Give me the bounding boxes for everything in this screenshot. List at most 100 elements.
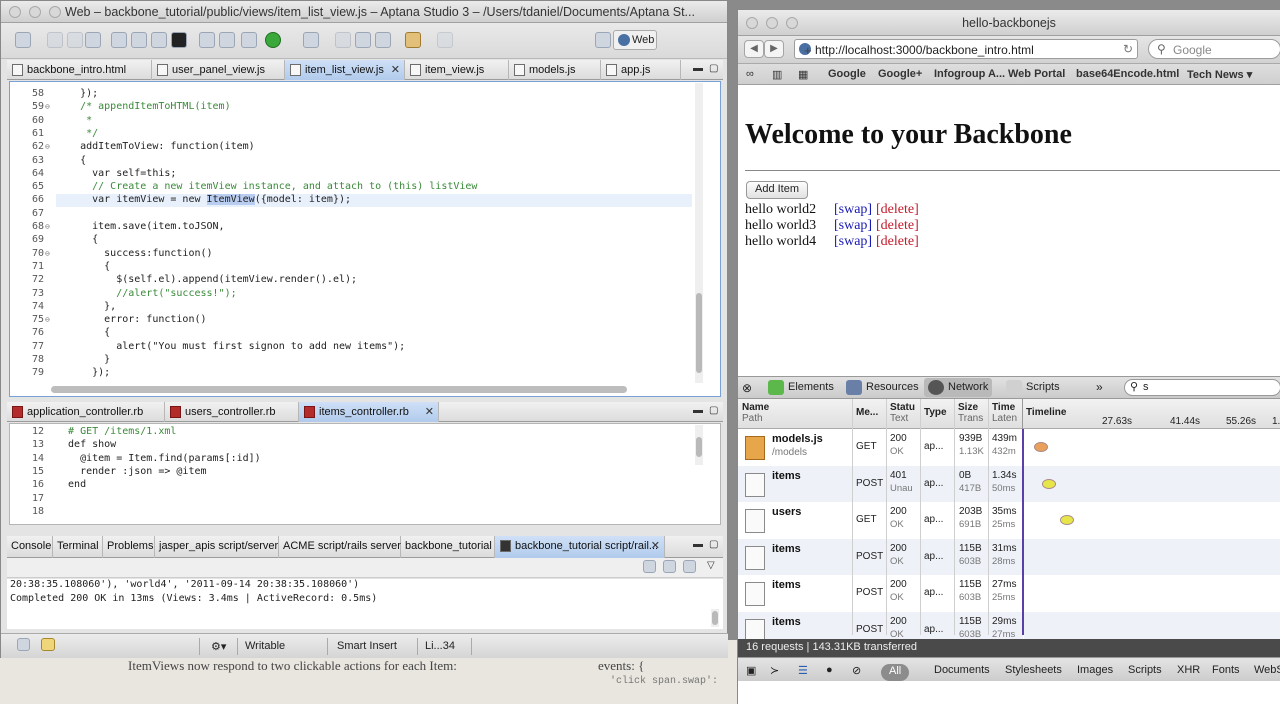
swap-link[interactable]: [swap] [834,202,872,218]
new-file-icon[interactable] [15,32,31,48]
delete-link[interactable]: [delete] [876,202,919,218]
tab-item-view[interactable]: item_view.js [405,60,509,80]
tab-scripts[interactable]: Scripts [1006,380,1060,395]
bookmark-tech-news[interactable]: Tech News ▾ [1187,68,1252,81]
tab-elements[interactable]: Elements [768,380,834,395]
clear-icon[interactable]: ⊘ [852,664,861,677]
run-icon[interactable] [265,32,281,48]
editor-horizontal-scrollbar[interactable] [51,386,627,393]
console-menu-icon[interactable]: ▽ [707,560,715,571]
network-request-row[interactable]: users GET 200 OK ap... 203B 691B 35ms 25ms [738,502,1023,538]
editor-vertical-scrollbar[interactable] [695,83,703,383]
inspector-search-input[interactable]: ⚲ s [1124,379,1280,396]
scrollbar-thumb[interactable] [712,611,718,625]
col-time[interactable]: Time Laten [992,402,1017,424]
minimize-window-button[interactable] [29,6,41,18]
col-status[interactable]: Statu Text [890,402,915,424]
console-tab[interactable]: jasper_apis script/server [155,536,279,558]
network-request-row[interactable]: items POST 401 Unau ap... 0B 417B 1.34s 50ms [738,465,1023,502]
tab-user-panel-view[interactable]: user_panel_view.js [152,60,285,80]
deploy-icon[interactable] [199,32,215,48]
col-timeline[interactable]: Timeline [1026,407,1066,418]
perspective-icon[interactable] [595,32,611,48]
save-icon[interactable] [47,32,63,48]
bookmark-web-portal[interactable]: Web Portal [1008,68,1065,80]
console-tab[interactable]: ACME script/rails server [279,536,401,558]
address-bar[interactable]: http://localhost:3000/backbone_intro.htm… [794,39,1138,59]
ruby-code-editor[interactable]: 12 # GET /items/1.xml 13 def show 14 @item… [9,423,721,525]
console-tab[interactable]: Problems [103,536,155,558]
delete-link[interactable]: [delete] [876,234,919,250]
search-field[interactable]: ⚲ Google [1148,39,1280,59]
search-icon[interactable] [335,32,351,48]
gear-icon[interactable]: ⚙▾ [211,640,226,653]
forward-arrow-icon[interactable] [437,32,453,48]
network-request-row[interactable]: items POST 200 OK ap... 115B 603B 31ms 28ms [738,538,1023,575]
filter-documents[interactable]: Documents [934,664,990,676]
close-tab-icon[interactable]: ✕ [651,539,660,552]
bookmark-base64[interactable]: base64Encode.html [1076,68,1179,80]
close-tab-icon[interactable]: ✕ [391,63,400,76]
filter-all[interactable]: All [881,664,910,681]
col-type[interactable]: Type [924,407,947,418]
filter-fonts[interactable]: Fonts [1212,664,1240,676]
close-tab-icon[interactable]: ✕ [425,405,434,418]
fold-icon[interactable]: ⊖ [45,222,50,231]
filter-scripts[interactable]: Scripts [1128,664,1162,676]
filter-websockets[interactable]: WebS [1254,664,1280,676]
fold-icon[interactable]: ⊖ [45,102,50,111]
terminal-icon[interactable] [171,32,187,48]
bookmark-google-plus[interactable]: Google+ [878,68,922,80]
bookmark-google[interactable]: Google [828,68,866,80]
console-icon[interactable]: ≻ [770,664,779,677]
clear-console-icon[interactable] [683,560,696,573]
top-sites-icon[interactable]: ▦ [798,68,808,81]
maximize-view-icon[interactable]: ▢ [709,405,718,416]
col-size[interactable]: Size Trans [958,402,983,424]
col-method[interactable]: Me... [856,407,878,418]
mark-icon[interactable] [355,32,371,48]
list-icon[interactable]: ☰ [798,664,808,677]
add-bookmark-icon[interactable]: + [804,43,812,58]
web-perspective-button[interactable]: Web [613,30,657,50]
delete-link[interactable]: [delete] [876,218,919,234]
minimize-view-icon[interactable]: ▬ [693,63,703,74]
filter-xhr[interactable]: XHR [1177,664,1200,676]
add-item-button[interactable]: Add Item [746,181,809,199]
settings-icon[interactable] [241,32,257,48]
network-request-row[interactable]: items POST 200 OK ap... 115B 603B 27ms 25ms [738,575,1023,611]
js-code-editor[interactable]: 58 }); 59 ⊖ /* appendItemToHTML(item) 60 * 6… [9,81,721,397]
minimize-view-icon[interactable]: ▬ [693,539,703,550]
filter-stylesheets[interactable]: Stylesheets [1005,664,1062,676]
tab-app[interactable]: app.js [601,60,681,80]
window-icon[interactable] [151,32,167,48]
tab-resources[interactable]: Resources [846,380,919,395]
tab-items-controller[interactable]: items_controller.rb ✕ [299,402,439,422]
back-arrow-icon[interactable] [405,32,421,48]
scrollbar-thumb[interactable] [696,293,702,373]
pin-console-icon[interactable] [643,560,656,573]
save-all-icon[interactable] [67,32,83,48]
console-tab[interactable]: Console [7,536,53,558]
bookmarks-book-icon[interactable]: ▥ [772,68,782,81]
fast-view-icon[interactable] [17,638,30,651]
console-tab[interactable]: backbone_tutorial script/rail... ✕ [495,536,665,558]
swap-link[interactable]: [swap] [834,218,872,234]
close-inspector-icon[interactable]: ⊗ [742,381,752,395]
swap-link[interactable]: [swap] [834,234,872,250]
tab-backbone-intro[interactable]: backbone_intro.html [7,60,152,80]
print-icon[interactable] [85,32,101,48]
wand-icon[interactable] [303,32,319,48]
ruby-editor-scrollbar[interactable] [695,425,703,465]
tab-models[interactable]: models.js [509,60,601,80]
tab-application-controller[interactable]: application_controller.rb [7,402,165,422]
record-icon[interactable]: ● [826,664,833,676]
reading-list-icon[interactable]: ∞ [746,68,754,80]
reload-icon[interactable]: ↻ [1123,42,1133,56]
fold-icon[interactable]: ⊖ [45,142,50,151]
more-tabs-icon[interactable]: » [1096,380,1103,394]
network-request-row[interactable]: models.js/models GET 200 OK ap... 939B 1.13K 43… [738,429,1023,465]
debug-icon[interactable] [219,32,235,48]
maximize-view-icon[interactable]: ▢ [709,539,718,550]
zoom-window-button[interactable] [49,6,61,18]
